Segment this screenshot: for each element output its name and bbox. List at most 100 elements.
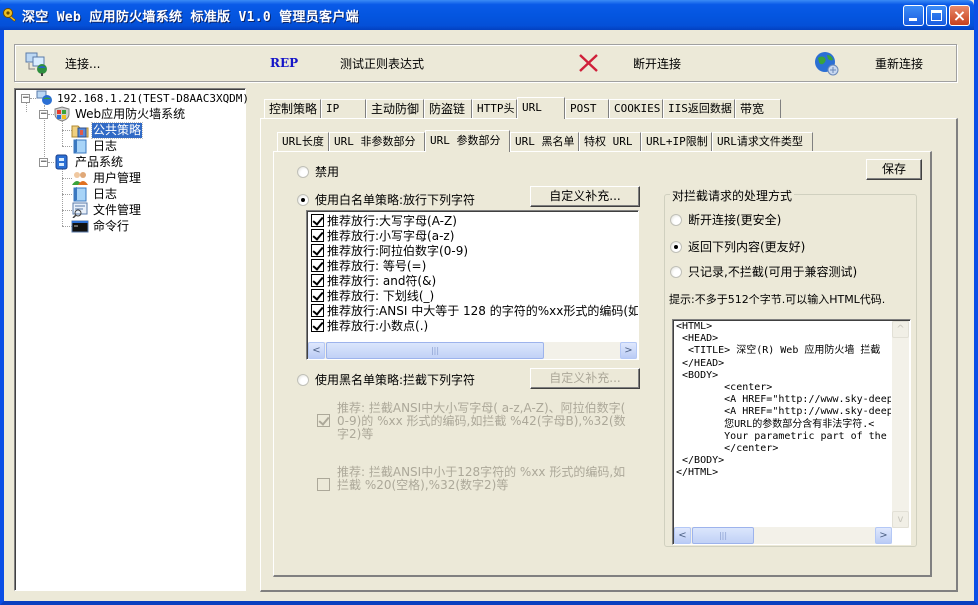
- tab-privileged-url[interactable]: 特权 URL: [579, 132, 641, 151]
- tree-node-product-log[interactable]: 日志: [71, 186, 118, 202]
- code-line: Your parametric part of the U: [676, 430, 891, 442]
- checkbox[interactable]: [317, 414, 330, 427]
- close-icon: ×: [952, 6, 967, 25]
- blacklist-option-low-ansi[interactable]: 推荐: 拦截ANSI中小于128字符的 %xx 形式的编码,如拦截 %20(空格…: [317, 466, 627, 492]
- reconnect-label: 重新连接: [875, 56, 924, 71]
- tree-node-waf[interactable]: Web应用防火墙系统: [53, 106, 186, 122]
- tab-bandwidth[interactable]: 带宽: [735, 99, 781, 118]
- tab-cookies[interactable]: COOKIES: [609, 99, 663, 118]
- tree-node-user-management[interactable]: 用户管理: [71, 170, 142, 186]
- handling-disconnect-radio[interactable]: 断开连接(更安全): [670, 211, 781, 228]
- code-line: <HEAD>: [676, 333, 719, 345]
- whitelist-item[interactable]: 推荐放行:小数点(.): [311, 318, 428, 333]
- checkbox[interactable]: [311, 259, 324, 272]
- connect-button[interactable]: 连接...: [23, 45, 100, 81]
- tab-url[interactable]: URL: [517, 97, 565, 119]
- tab-iis-response[interactable]: IIS返回数据: [663, 99, 735, 118]
- tree-node-waf-log[interactable]: 日志: [71, 138, 118, 154]
- scroll-down-icon[interactable]: v: [892, 511, 909, 528]
- tab-post[interactable]: POST: [565, 99, 609, 118]
- whitelist-radio[interactable]: 使用白名单策略:放行下列字符: [297, 191, 475, 208]
- tab-url-file-type[interactable]: URL请求文件类型: [712, 132, 813, 151]
- navigation-tree: − − − 192.168.1.21(TEST-D8AAC3XQDM) Web应…: [14, 88, 249, 591]
- checkbox[interactable]: [311, 274, 324, 287]
- checkbox[interactable]: [311, 289, 324, 302]
- scroll-right-icon[interactable]: >: [875, 527, 892, 544]
- scroll-right-icon[interactable]: >: [620, 342, 637, 359]
- scroll-up-icon[interactable]: ^: [892, 321, 909, 338]
- log-icon: [73, 187, 87, 202]
- scroll-left-icon[interactable]: <: [308, 342, 325, 359]
- tab-anti-leech[interactable]: 防盗链: [424, 99, 472, 118]
- handling-return-content-radio[interactable]: 返回下列内容(更友好): [670, 238, 805, 255]
- handling-title: 对拦截请求的处理方式: [670, 187, 795, 204]
- tree-node-product-system[interactable]: 产品系统: [53, 154, 124, 170]
- whitelist-item[interactable]: 推荐放行: and符(&): [311, 273, 436, 288]
- reconnect-button[interactable]: 重新连接: [813, 45, 923, 81]
- checkbox[interactable]: [311, 229, 324, 242]
- checkbox[interactable]: [311, 304, 324, 317]
- maximize-button[interactable]: [926, 5, 947, 26]
- blacklist-option-alnum[interactable]: 推荐: 拦截ANSI中大小写字母( a-z,A-Z)、阿拉伯数字( 0-9)的 …: [317, 402, 627, 441]
- tree-node-public-policy[interactable]: 公共策略: [71, 121, 144, 139]
- code-line: <TITLE> 深空(R) Web 应用防火墙 拦截: [676, 345, 881, 357]
- tab-http-header[interactable]: HTTP头: [472, 99, 517, 118]
- tab-ip[interactable]: IP: [321, 99, 366, 118]
- close-button[interactable]: ×: [949, 5, 970, 26]
- collapse-toggle[interactable]: −: [39, 158, 48, 167]
- whitelist-item[interactable]: 推荐放行:大写字母(A-Z): [311, 213, 457, 228]
- scroll-left-icon[interactable]: <: [674, 527, 691, 544]
- scroll-thumb[interactable]: |||: [326, 342, 544, 359]
- tree-node-command-line[interactable]: 命令行: [71, 218, 130, 234]
- checkbox[interactable]: [311, 244, 324, 257]
- tree-node-file-management[interactable]: 文件管理: [71, 202, 142, 218]
- radio-indicator: [297, 373, 309, 386]
- tab-url-param[interactable]: URL 参数部分: [425, 130, 510, 152]
- checkbox[interactable]: [317, 478, 330, 491]
- minimize-button[interactable]: [903, 5, 924, 26]
- whitelist-hscrollbar[interactable]: < ||| >: [308, 342, 637, 359]
- tab-url-blacklist[interactable]: URL 黑名单: [510, 132, 579, 151]
- radio-indicator: [670, 240, 682, 253]
- tab-url-ip-limit[interactable]: URL+IP限制: [641, 132, 712, 151]
- response-html-textarea[interactable]: <HTML> <HEAD> <TITLE> 深空(R) Web 应用防火墙 拦截…: [672, 319, 911, 545]
- whitelist-item[interactable]: 推荐放行: 下划线(_): [311, 288, 434, 303]
- response-vscrollbar[interactable]: ^ v: [892, 321, 909, 528]
- disable-radio[interactable]: 禁用: [297, 163, 339, 180]
- checkbox[interactable]: [311, 214, 324, 227]
- radio-indicator: [297, 193, 309, 206]
- whitelist-item[interactable]: 推荐放行:ANSI 中大等于 128 的字符的%xx形式的编码(如前: [311, 303, 638, 318]
- whitelist-list: 推荐放行:大写字母(A-Z) 推荐放行:小写字母(a-z) 推荐放行:阿拉伯数字…: [306, 210, 639, 360]
- tab-control-policy[interactable]: 控制策略: [264, 99, 321, 118]
- save-button[interactable]: 保存: [866, 159, 922, 180]
- collapse-toggle[interactable]: −: [21, 94, 30, 103]
- tree-line: [62, 168, 63, 226]
- response-html-content: <HTML> <HEAD> <TITLE> 深空(R) Web 应用防火墙 拦截…: [676, 321, 891, 526]
- disconnect-button[interactable]: 断开连接: [575, 45, 681, 81]
- computer-network-icon: [36, 90, 52, 105]
- tab-active-defense[interactable]: 主动防御: [366, 99, 424, 118]
- whitelist-custom-button[interactable]: 自定义补充...: [530, 186, 640, 207]
- scroll-thumb[interactable]: |||: [692, 527, 754, 544]
- blacklist-custom-button[interactable]: 自定义补充...: [530, 368, 640, 389]
- test-regex-label: 测试正则表达式: [340, 56, 425, 71]
- disconnect-label: 断开连接: [633, 56, 682, 71]
- tab-url-non-param[interactable]: URL 非参数部分: [329, 132, 425, 151]
- response-hscrollbar[interactable]: < ||| >: [674, 527, 892, 544]
- outer-tab-strip: 控制策略 IP 主动防御 防盗链 HTTP头 URL POST COOKIES …: [264, 97, 781, 119]
- code-line: <center>: [676, 382, 773, 394]
- title-bar[interactable]: 深空 Web 应用防火墙系统 标准版 V1.0 管理员客户端 ×: [0, 0, 974, 30]
- collapse-toggle[interactable]: −: [39, 110, 48, 119]
- whitelist-item[interactable]: 推荐放行:小写字母(a-z): [311, 228, 454, 243]
- handling-log-only-radio[interactable]: 只记录,不拦截(可用于兼容测试): [670, 263, 857, 280]
- checkbox[interactable]: [311, 319, 324, 332]
- code-line: <HTML>: [676, 321, 713, 332]
- tab-url-length[interactable]: URL长度: [277, 132, 329, 151]
- test-regex-button[interactable]: REP 测试正则表达式: [270, 45, 424, 81]
- whitelist-item[interactable]: 推荐放行: 等号(=): [311, 258, 426, 273]
- connect-label: 连接...: [65, 56, 101, 71]
- code-line: </HEAD>: [676, 357, 725, 369]
- whitelist-item[interactable]: 推荐放行:阿拉伯数字(0-9): [311, 243, 468, 258]
- blacklist-radio[interactable]: 使用黑名单策略:拦截下列字符: [297, 371, 475, 388]
- tree-node-server[interactable]: 192.168.1.21(TEST-D8AAC3XQDM): [35, 90, 250, 106]
